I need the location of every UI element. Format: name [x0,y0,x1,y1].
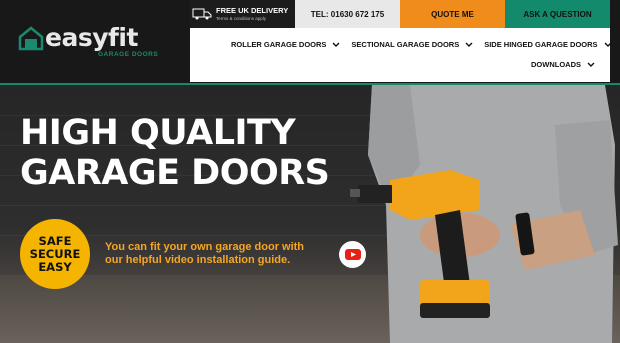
door-slat [0,205,400,206]
site-logo[interactable]: easyfit GARAGE DOORS [18,23,178,65]
nav-roller-garage-doors[interactable]: ROLLER GARAGE DOORS [231,40,340,49]
site-header: easyfit GARAGE DOORS FREE UK DELIVERY Te… [0,0,620,85]
badge-line-3: EASY [38,259,72,274]
headline-line-2: GARAGE DOORS [20,153,330,193]
logo-subtitle: GARAGE DOORS [98,51,159,58]
nav-downloads[interactable]: DOWNLOADS [531,60,595,69]
delivery-terms: Terms & conditions apply [216,15,267,21]
top-bar: FREE UK DELIVERY Terms & conditions appl… [190,0,620,28]
tagline-line-2: our helpful video installation guide. [105,254,291,266]
house-logo-icon [18,26,44,51]
delivery-title: FREE UK DELIVERY [216,6,289,15]
nav-label: DOWNLOADS [531,60,581,69]
delivery-truck-icon [192,8,212,20]
tagline-line-1: You can fit your own garage door with [105,241,305,253]
telephone-link[interactable]: TEL: 01630 672 175 [295,0,400,28]
person-with-drill-image [350,85,618,343]
nav-sectional-garage-doors[interactable]: SECTIONAL GARAGE DOORS [351,40,473,49]
chevron-down-icon [465,42,473,47]
badge-line-2: SECURE [29,246,81,261]
nav-side-hinged-garage-doors[interactable]: SIDE HINGED GARAGE DOORS [484,40,612,49]
main-nav: ROLLER GARAGE DOORS SECTIONAL GARAGE DOO… [190,28,612,82]
chevron-down-icon [332,42,340,47]
chevron-down-icon [604,42,612,47]
youtube-play-icon [344,249,361,260]
nav-label: SIDE HINGED GARAGE DOORS [484,40,598,49]
hero-headline: HIGH QUALITY GARAGE DOORS [20,113,330,193]
youtube-video-button[interactable] [339,241,366,268]
nav-label: ROLLER GARAGE DOORS [231,40,327,49]
hero-tagline: You can fit your own garage door with ou… [105,241,304,267]
headline-line-1: HIGH QUALITY [20,113,296,153]
nav-label: SECTIONAL GARAGE DOORS [351,40,460,49]
quote-me-button[interactable]: QUOTE ME [400,0,505,28]
free-delivery-link[interactable]: FREE UK DELIVERY Terms & conditions appl… [190,0,295,28]
safe-secure-easy-badge: SAFE SECURE EASY [20,219,90,289]
hero-banner: HIGH QUALITY GARAGE DOORS SAFE SECURE EA… [0,85,620,343]
ask-question-button[interactable]: ASK A QUESTION [505,0,610,28]
logo-wordmark: easyfit [45,23,138,52]
badge-line-1: SAFE [38,233,72,248]
chevron-down-icon [587,62,595,67]
